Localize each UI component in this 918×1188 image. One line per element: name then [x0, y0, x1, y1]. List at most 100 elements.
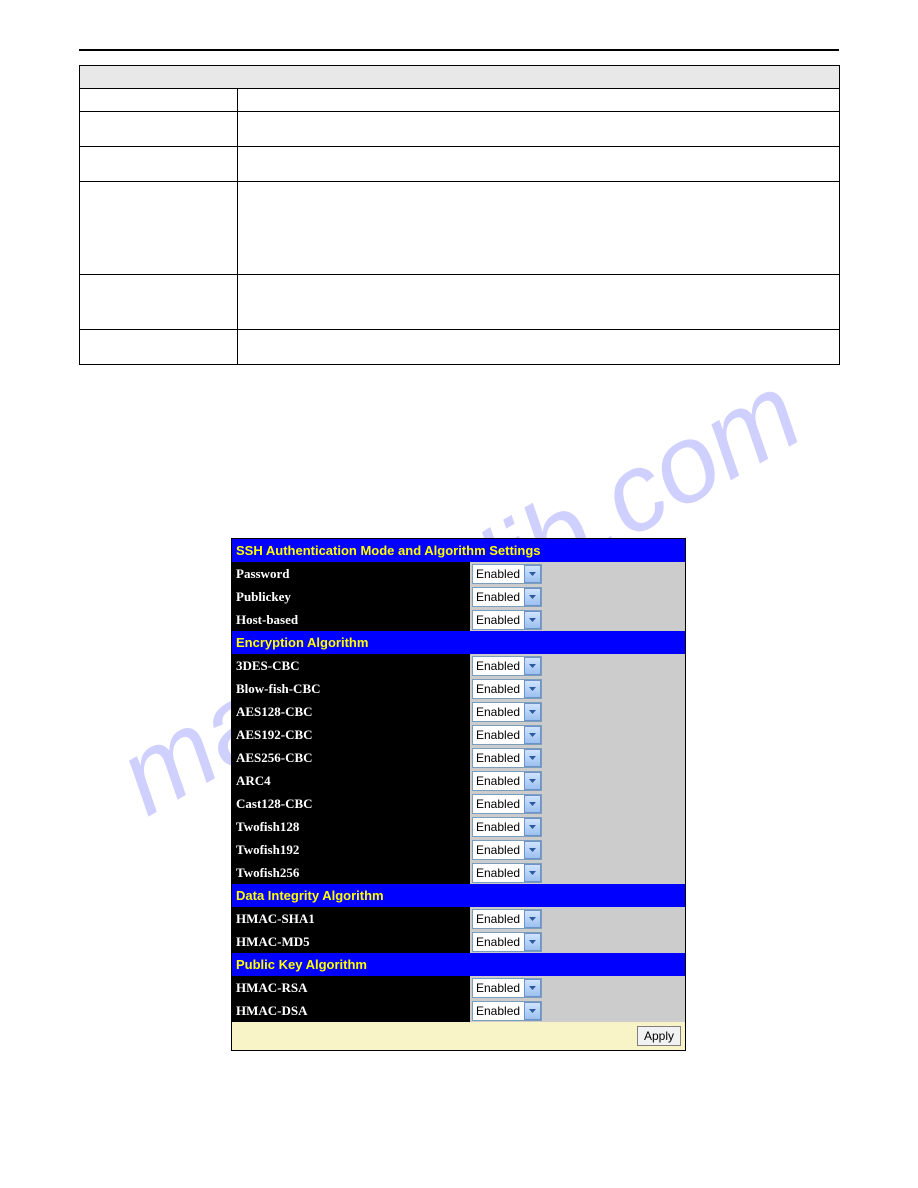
- ssh-select-publickey[interactable]: Enabled: [472, 587, 542, 607]
- ssh-row-twofish128: Twofish128 Enabled: [232, 815, 685, 838]
- table-header-row: [80, 66, 840, 89]
- ssh-value-cell: Enabled: [470, 562, 685, 585]
- select-value: Enabled: [476, 659, 520, 673]
- ssh-label: HMAC-RSA: [232, 976, 470, 999]
- ssh-label: AES128-CBC: [232, 700, 470, 723]
- ssh-value-cell: Enabled: [470, 608, 685, 631]
- chevron-down-icon: [524, 910, 541, 928]
- ssh-label: Password: [232, 562, 470, 585]
- ssh-select-blowfish[interactable]: Enabled: [472, 679, 542, 699]
- chevron-down-icon: [524, 565, 541, 583]
- ssh-label: Twofish256: [232, 861, 470, 884]
- chevron-down-icon: [524, 703, 541, 721]
- ssh-select-hmac-dsa[interactable]: Enabled: [472, 1001, 542, 1021]
- ssh-select-cast128[interactable]: Enabled: [472, 794, 542, 814]
- ssh-header-integrity: Data Integrity Algorithm: [232, 884, 685, 907]
- ssh-row-hmac-rsa: HMAC-RSA Enabled: [232, 976, 685, 999]
- ssh-label: ARC4: [232, 769, 470, 792]
- table-row: [80, 275, 840, 330]
- chevron-down-icon: [524, 772, 541, 790]
- ssh-label: 3DES-CBC: [232, 654, 470, 677]
- ssh-row-hmac-sha1: HMAC-SHA1 Enabled: [232, 907, 685, 930]
- ssh-value-cell: Enabled: [470, 585, 685, 608]
- ssh-header-encryption: Encryption Algorithm: [232, 631, 685, 654]
- select-value: Enabled: [476, 774, 520, 788]
- ssh-row-hostbased: Host-based Enabled: [232, 608, 685, 631]
- ssh-row-aes192: AES192-CBC Enabled: [232, 723, 685, 746]
- select-value: Enabled: [476, 820, 520, 834]
- table-row: [80, 182, 840, 275]
- ssh-select-twofish192[interactable]: Enabled: [472, 840, 542, 860]
- ssh-row-password: Password Enabled: [232, 562, 685, 585]
- col-parameter: [80, 89, 238, 112]
- ssh-select-hmac-rsa[interactable]: Enabled: [472, 978, 542, 998]
- ssh-row-publickey: Publickey Enabled: [232, 585, 685, 608]
- select-value: Enabled: [476, 682, 520, 696]
- chevron-down-icon: [524, 933, 541, 951]
- table-row: [80, 112, 840, 147]
- select-value: Enabled: [476, 866, 520, 880]
- select-value: Enabled: [476, 981, 520, 995]
- ssh-label: HMAC-MD5: [232, 930, 470, 953]
- parameter-table: [79, 65, 840, 365]
- chevron-down-icon: [524, 611, 541, 629]
- select-value: Enabled: [476, 797, 520, 811]
- select-value: Enabled: [476, 705, 520, 719]
- select-value: Enabled: [476, 567, 520, 581]
- ssh-select-twofish256[interactable]: Enabled: [472, 863, 542, 883]
- apply-button[interactable]: Apply: [637, 1026, 681, 1046]
- ssh-select-twofish128[interactable]: Enabled: [472, 817, 542, 837]
- select-value: Enabled: [476, 590, 520, 604]
- select-value: Enabled: [476, 912, 520, 926]
- ssh-label: AES256-CBC: [232, 746, 470, 769]
- ssh-row-twofish256: Twofish256 Enabled: [232, 861, 685, 884]
- ssh-select-aes256[interactable]: Enabled: [472, 748, 542, 768]
- chevron-down-icon: [524, 795, 541, 813]
- ssh-footer: Apply: [232, 1022, 685, 1050]
- ssh-label: HMAC-SHA1: [232, 907, 470, 930]
- ssh-select-arc4[interactable]: Enabled: [472, 771, 542, 791]
- chevron-down-icon: [524, 979, 541, 997]
- ssh-label: Cast128-CBC: [232, 792, 470, 815]
- chevron-down-icon: [524, 657, 541, 675]
- ssh-row-aes256: AES256-CBC Enabled: [232, 746, 685, 769]
- table-subheader-row: [80, 89, 840, 112]
- chevron-down-icon: [524, 588, 541, 606]
- ssh-row-cast128: Cast128-CBC Enabled: [232, 792, 685, 815]
- ssh-row-aes128: AES128-CBC Enabled: [232, 700, 685, 723]
- ssh-row-3des: 3DES-CBC Enabled: [232, 654, 685, 677]
- ssh-label: AES192-CBC: [232, 723, 470, 746]
- ssh-select-aes128[interactable]: Enabled: [472, 702, 542, 722]
- ssh-label: Twofish192: [232, 838, 470, 861]
- ssh-select-hostbased[interactable]: Enabled: [472, 610, 542, 630]
- table-row: [80, 330, 840, 365]
- select-value: Enabled: [476, 613, 520, 627]
- ssh-label: Host-based: [232, 608, 470, 631]
- chevron-down-icon: [524, 841, 541, 859]
- ssh-header-publickey: Public Key Algorithm: [232, 953, 685, 976]
- ssh-select-hmac-md5[interactable]: Enabled: [472, 932, 542, 952]
- top-horizontal-rule: [79, 49, 839, 51]
- col-description: [238, 89, 840, 112]
- ssh-label: Publickey: [232, 585, 470, 608]
- select-value: Enabled: [476, 843, 520, 857]
- select-value: Enabled: [476, 728, 520, 742]
- chevron-down-icon: [524, 864, 541, 882]
- ssh-select-password[interactable]: Enabled: [472, 564, 542, 584]
- chevron-down-icon: [524, 1002, 541, 1020]
- select-value: Enabled: [476, 751, 520, 765]
- table-title-cell: [80, 66, 840, 89]
- ssh-label: HMAC-DSA: [232, 999, 470, 1022]
- table-row: [80, 147, 840, 182]
- ssh-row-hmac-md5: HMAC-MD5 Enabled: [232, 930, 685, 953]
- chevron-down-icon: [524, 749, 541, 767]
- ssh-select-hmac-sha1[interactable]: Enabled: [472, 909, 542, 929]
- select-value: Enabled: [476, 935, 520, 949]
- ssh-header-main: SSH Authentication Mode and Algorithm Se…: [232, 539, 685, 562]
- select-value: Enabled: [476, 1004, 520, 1018]
- ssh-select-3des[interactable]: Enabled: [472, 656, 542, 676]
- ssh-settings-panel: SSH Authentication Mode and Algorithm Se…: [231, 538, 686, 1051]
- ssh-label: Twofish128: [232, 815, 470, 838]
- ssh-select-aes192[interactable]: Enabled: [472, 725, 542, 745]
- ssh-row-twofish192: Twofish192 Enabled: [232, 838, 685, 861]
